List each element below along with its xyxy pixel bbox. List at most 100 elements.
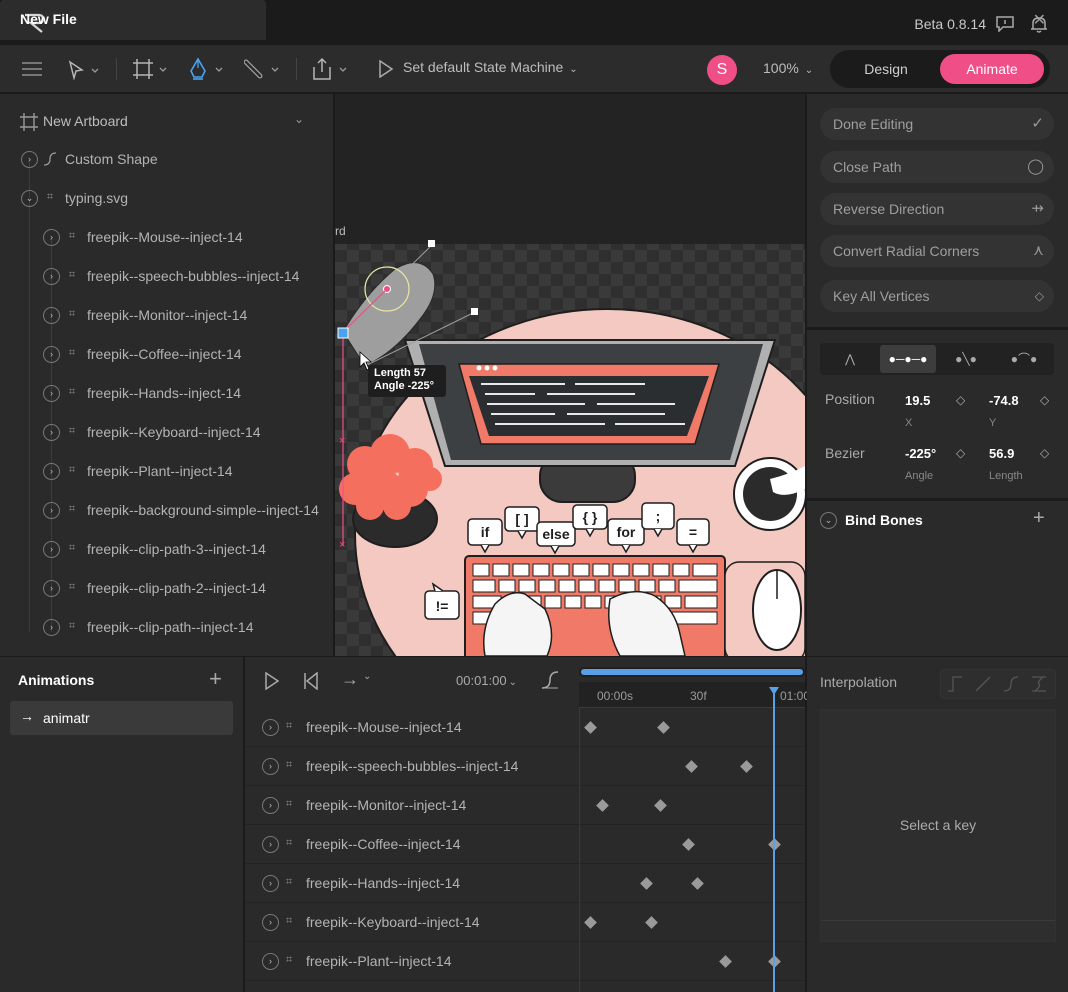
design-mode-button[interactable]: Design: [836, 54, 936, 84]
tree-item-label: Custom Shape: [65, 151, 158, 167]
timeline-row[interactable]: › ⌗ freepik--Coffee--inject-14: [245, 825, 805, 864]
expand-chevron-icon[interactable]: ›: [262, 836, 279, 853]
add-bone-plus-icon[interactable]: +: [1033, 507, 1045, 530]
expand-chevron-icon[interactable]: ›: [262, 758, 279, 775]
timeline-row[interactable]: › ⌗ freepik--speech-bubbles--inject-14: [245, 747, 805, 786]
svg-text:×: ×: [339, 539, 345, 551]
export-tool-icon[interactable]: [312, 57, 348, 81]
chevron-down-icon[interactable]: ⌄: [363, 671, 371, 682]
bezier-handle-out[interactable]: [428, 240, 435, 247]
expand-chevron-icon[interactable]: ›: [262, 719, 279, 736]
artboard-tool-icon[interactable]: [132, 58, 168, 80]
expand-chevron-icon[interactable]: ›: [43, 541, 60, 558]
timeline-row[interactable]: › ⌗ freepik--Keyboard--inject-14: [245, 903, 805, 942]
chevron-down-icon: ⌄: [508, 677, 517, 688]
keyframe-diamond-icon[interactable]: ◇: [956, 446, 965, 460]
bind-bones-chevron-icon[interactable]: ⌄: [820, 512, 837, 529]
rewind-to-start-icon[interactable]: [303, 672, 319, 690]
expand-chevron-icon[interactable]: ›: [43, 502, 60, 519]
keyframe-diamond-icon[interactable]: ◇: [1040, 393, 1049, 407]
linear-interpolation-icon[interactable]: [975, 676, 991, 692]
convert-radial-corners-button[interactable]: Convert Radial Corners ⋏: [820, 235, 1054, 267]
animate-mode-button[interactable]: Animate: [940, 54, 1044, 84]
easing-curve-icon[interactable]: [541, 671, 559, 689]
play-state-machine-icon[interactable]: [378, 60, 394, 78]
state-machine-label: Set default State Machine: [403, 59, 564, 75]
state-machine-selector[interactable]: Set default State Machine ⌄: [403, 59, 578, 75]
tree-item-label: freepik--Keyboard--inject-14: [87, 424, 261, 440]
expand-chevron-icon[interactable]: ›: [262, 953, 279, 970]
timeline-scroll-thumb[interactable]: [581, 669, 803, 675]
selected-vertex[interactable]: [337, 327, 349, 339]
menu-hamburger-icon[interactable]: [22, 62, 42, 76]
button-label: Reverse Direction: [833, 201, 945, 217]
expand-chevron-icon[interactable]: ›: [43, 619, 60, 636]
custom-shape-icon: [43, 152, 57, 166]
group-icon: ⌗: [286, 876, 293, 888]
vertex-straight-icon[interactable]: ⋀: [822, 345, 878, 373]
notifications-bell-icon[interactable]: [1030, 15, 1048, 34]
position-x-input[interactable]: 19.5: [905, 393, 930, 408]
cubic-interpolation-icon[interactable]: [1003, 676, 1019, 692]
timeline-ruler[interactable]: 00:00s 30f 01:00: [579, 682, 810, 708]
feedback-icon[interactable]: [996, 16, 1014, 32]
expand-chevron-icon[interactable]: ›: [262, 875, 279, 892]
bezier-handle-in[interactable]: [471, 308, 478, 315]
expand-chevron-icon[interactable]: ›: [43, 268, 60, 285]
expand-chevron-icon[interactable]: ›: [43, 580, 60, 597]
timeline-row-label: freepik--speech-bubbles--inject-14: [306, 758, 519, 774]
keyframe-diamond-icon[interactable]: ◇: [1040, 446, 1049, 460]
timeline-row[interactable]: › ⌗ freepik--Hands--inject-14: [245, 864, 805, 903]
artboard-icon: [20, 113, 38, 131]
duration-selector[interactable]: 00:01:00 ⌄: [456, 673, 517, 688]
position-y-input[interactable]: -74.8: [989, 393, 1019, 408]
custom-interpolation-icon[interactable]: [1031, 676, 1047, 692]
procedural-shape-tool-icon[interactable]: [244, 58, 280, 80]
file-tab[interactable]: New File ✕: [0, 0, 1046, 40]
bezier-angle-input[interactable]: -225°: [905, 446, 936, 461]
keyframe-diamond-icon[interactable]: ◇: [956, 393, 965, 407]
stage-canvas[interactable]: if [ ] else { } for ; = != rd × × Length…: [335, 94, 805, 656]
collapse-chevron-icon[interactable]: ⌄: [21, 190, 38, 207]
expand-chevron-icon[interactable]: ›: [262, 914, 279, 931]
user-avatar[interactable]: S: [707, 55, 737, 85]
select-tool-icon[interactable]: [68, 60, 102, 80]
expand-chevron-icon[interactable]: ›: [43, 424, 60, 441]
pen-tool-icon[interactable]: [188, 57, 224, 81]
vertex-mirrored-icon[interactable]: ●─●─●: [880, 345, 936, 373]
playhead[interactable]: [773, 690, 775, 992]
done-editing-button[interactable]: Done Editing ✓: [820, 108, 1054, 140]
hold-interpolation-icon[interactable]: [947, 676, 963, 692]
key-all-vertices-button[interactable]: Key All Vertices ◇: [820, 280, 1054, 312]
expand-chevron-icon[interactable]: ›: [262, 797, 279, 814]
hierarchy-panel: New Artboard ⌄ › Custom Shape ⌄ ⌗ typing…: [0, 94, 333, 656]
vertex-type-selector: ⋀ ●─●─● ●╲● ●⌒●: [820, 343, 1054, 375]
button-label: Done Editing: [833, 116, 914, 132]
group-icon: ⌗: [68, 542, 76, 554]
add-animation-plus-icon[interactable]: +: [209, 666, 222, 692]
expand-chevron-icon[interactable]: ›: [43, 307, 60, 324]
artboard-chevron-down-icon[interactable]: ⌄: [294, 112, 304, 126]
artboard-name[interactable]: New Artboard: [43, 113, 128, 129]
animation-list-item[interactable]: → animatr: [10, 701, 233, 735]
expand-chevron-icon[interactable]: ›: [43, 463, 60, 480]
expand-chevron-icon[interactable]: ›: [43, 346, 60, 363]
expand-chevron-icon[interactable]: ›: [21, 151, 38, 168]
timeline-row[interactable]: › ⌗ freepik--Monitor--inject-14: [245, 786, 805, 825]
playhead-marker-icon[interactable]: [769, 687, 779, 695]
expand-chevron-icon[interactable]: ›: [43, 385, 60, 402]
vertex-asymmetric-icon[interactable]: ●⌒●: [996, 345, 1052, 373]
tree-item-label: freepik--Plant--inject-14: [87, 463, 233, 479]
play-icon[interactable]: [264, 672, 280, 690]
bezier-length-input[interactable]: 56.9: [989, 446, 1014, 461]
reverse-direction-button[interactable]: Reverse Direction ⇸: [820, 193, 1054, 225]
main-toolbar: Set default State Machine ⌄ S 100% ⌄ Des…: [0, 46, 1068, 92]
expand-chevron-icon[interactable]: ›: [43, 229, 60, 246]
loop-mode-arrow-icon[interactable]: →: [341, 669, 359, 690]
timeline-scrollbar[interactable]: [579, 667, 805, 677]
timeline-row[interactable]: › ⌗ freepik--Mouse--inject-14: [245, 708, 805, 747]
zoom-selector[interactable]: 100% ⌄: [763, 60, 813, 76]
close-path-button[interactable]: Close Path ◯: [820, 151, 1054, 183]
toolbar-divider: [296, 58, 297, 80]
vertex-detached-icon[interactable]: ●╲●: [938, 345, 994, 373]
